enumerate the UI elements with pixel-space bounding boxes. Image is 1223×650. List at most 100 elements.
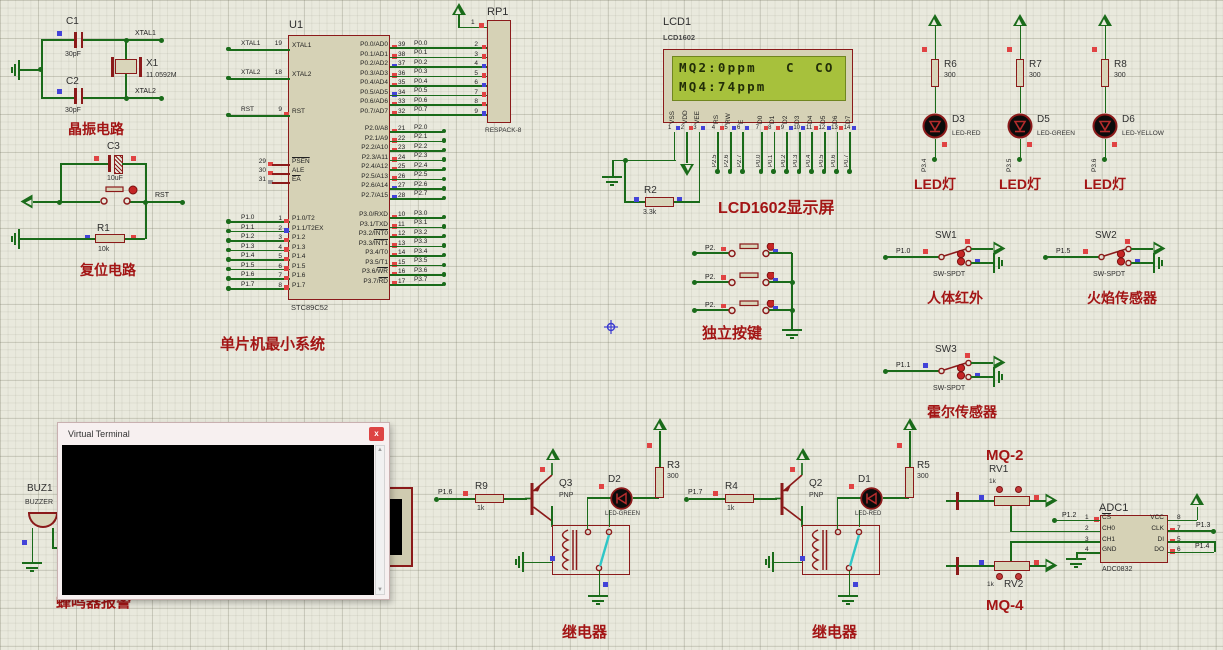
buzzer-part: BUZZER xyxy=(25,499,53,506)
net-label: P0.2 xyxy=(780,154,787,167)
net-label: P0.0 xyxy=(414,39,428,47)
pot-knob-icon[interactable] xyxy=(1015,486,1022,493)
reset-button-icon[interactable] xyxy=(98,185,138,207)
led-icon[interactable] xyxy=(860,487,883,510)
pin-name: P0.4/AD4 xyxy=(360,79,388,87)
led-icon[interactable] xyxy=(610,487,633,510)
pin-number: 7 xyxy=(278,272,282,280)
push-button-icon[interactable] xyxy=(726,271,774,292)
relay-contact-icon[interactable] xyxy=(582,527,622,575)
wire xyxy=(1196,507,1199,520)
base-resistor[interactable] xyxy=(725,493,754,503)
crystal-icon[interactable] xyxy=(115,59,137,74)
capacitor-icon[interactable] xyxy=(74,88,77,104)
net-label-data: P1.4 xyxy=(1195,543,1210,550)
wire xyxy=(971,248,993,250)
led-caption: LED灯 xyxy=(999,176,1041,192)
wire xyxy=(612,160,614,176)
pin-name: P0.0/AD0 xyxy=(360,41,388,48)
power-down-arrow-icon xyxy=(680,163,694,176)
lcd-pin-column: RS 4 P2.5 xyxy=(712,100,725,178)
net-label: P0.7 xyxy=(843,154,850,167)
pin-name: P3.0/RXD xyxy=(359,211,388,218)
led-icon[interactable] xyxy=(1007,113,1033,139)
net-label: P1.6 xyxy=(438,489,453,496)
respack-pin-number: 8 xyxy=(474,98,478,106)
lcd-line1: MQ2:0ppm C CO xyxy=(679,60,835,75)
net-label: P0.1 xyxy=(768,154,775,167)
scroll-down-icon[interactable]: ▼ xyxy=(376,587,384,593)
wire xyxy=(886,256,939,258)
resistor-ref: R8 xyxy=(1114,59,1127,70)
push-button-icon[interactable] xyxy=(726,243,774,263)
pin-name: XTAL2 xyxy=(292,71,312,78)
pin-name: VCC xyxy=(1150,514,1164,521)
transistor-ref: Q3 xyxy=(559,478,573,489)
c3-value: 10uF xyxy=(107,175,123,182)
terminal-screen[interactable] xyxy=(62,445,374,595)
pin-number: 3 xyxy=(693,125,697,131)
led-part: LED-YELLOW xyxy=(1122,130,1164,137)
pin-number: 31 xyxy=(258,176,266,184)
power-arrow-icon xyxy=(546,448,560,461)
wire xyxy=(772,561,802,564)
capacitor-icon[interactable] xyxy=(108,155,111,172)
relay-coil-icon xyxy=(561,529,578,571)
rv2-ref: RV2 xyxy=(1004,579,1024,590)
junction-dot xyxy=(123,95,129,101)
pin-number: 11 xyxy=(805,125,813,131)
collector-resistor[interactable] xyxy=(655,467,664,498)
led-resistor[interactable] xyxy=(1016,59,1024,87)
led-resistor[interactable] xyxy=(931,59,939,87)
capacitor-icon[interactable] xyxy=(74,32,77,48)
junction-dot xyxy=(740,169,745,174)
virtual-terminal-window[interactable]: Virtual Terminal x ▲ ▼ xyxy=(57,422,390,600)
wire xyxy=(698,132,701,201)
led-icon[interactable] xyxy=(1092,113,1118,139)
base-resistor-value: 1k xyxy=(477,505,485,512)
potentiometer-rv1[interactable] xyxy=(994,496,1030,506)
lcd-pin-column: RW 5 P2.6 xyxy=(724,100,737,178)
pin-name: P3.1/TXD xyxy=(359,220,388,228)
resistor-r1[interactable] xyxy=(95,234,125,243)
wire xyxy=(41,39,74,41)
led-part: LED-GREEN xyxy=(605,511,641,517)
junction-dot xyxy=(834,169,839,174)
wire xyxy=(228,115,290,117)
net-label: P0.4 xyxy=(805,154,812,167)
wire xyxy=(612,159,676,162)
net-label: P3.3 xyxy=(414,238,428,246)
wire xyxy=(624,160,626,202)
capacitor-icon[interactable] xyxy=(80,88,83,104)
state-marker xyxy=(57,31,62,36)
respack-body[interactable] xyxy=(487,20,511,123)
lcd-pin-column: D5 12 P0.5 xyxy=(819,100,832,178)
junction-dot xyxy=(159,95,164,101)
net-label: P0.7 xyxy=(414,106,428,114)
base-resistor[interactable] xyxy=(475,493,504,503)
net-label-rst: RST xyxy=(155,192,169,199)
close-icon[interactable]: x xyxy=(369,427,384,441)
led-icon[interactable] xyxy=(922,113,948,139)
terminal-scrollbar[interactable]: ▲ ▼ xyxy=(375,445,385,595)
junction-dot xyxy=(441,214,446,220)
potentiometer-rv2[interactable] xyxy=(994,561,1030,571)
respack-pin-number: 7 xyxy=(474,88,478,96)
wire xyxy=(769,252,792,254)
scroll-up-icon[interactable]: ▲ xyxy=(376,447,384,453)
net-label: P1.0 xyxy=(896,248,911,255)
relay-contact-icon[interactable] xyxy=(832,527,872,575)
ground-icon xyxy=(588,595,608,607)
pot-knob-icon[interactable] xyxy=(996,486,1003,493)
push-button-icon[interactable] xyxy=(726,300,774,320)
led-resistor[interactable] xyxy=(1101,59,1109,87)
resistor-r2[interactable] xyxy=(645,197,674,207)
collector-resistor[interactable] xyxy=(905,467,914,498)
buzzer-icon[interactable] xyxy=(28,512,58,528)
pin-number: 1 xyxy=(278,215,282,222)
wire xyxy=(390,47,487,49)
terminal-title: Virtual Terminal xyxy=(68,429,130,439)
pot-knob-icon[interactable] xyxy=(996,573,1003,580)
state-marker xyxy=(701,126,706,130)
state-marker xyxy=(1125,239,1130,244)
